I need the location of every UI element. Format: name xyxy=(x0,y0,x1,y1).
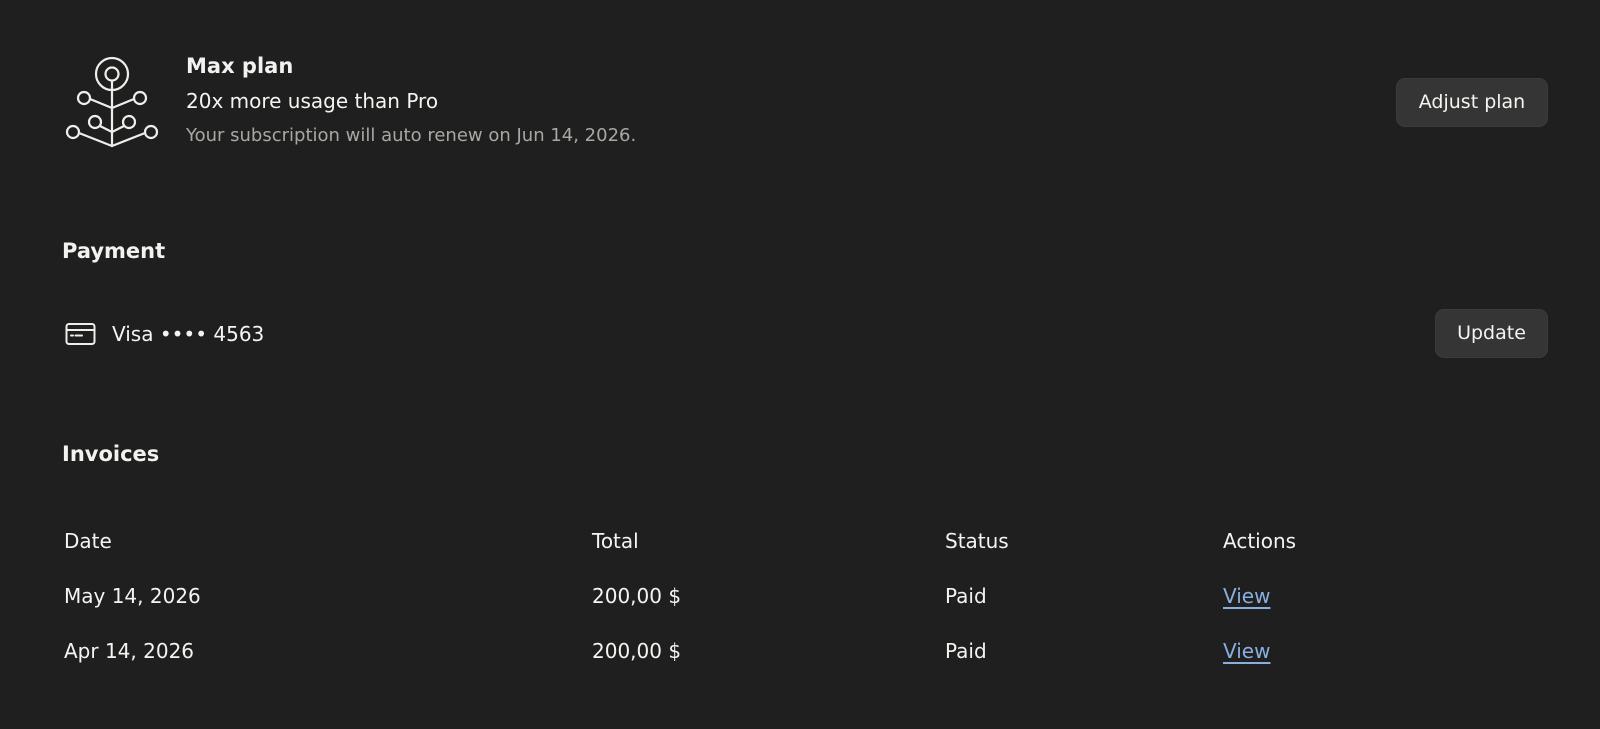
table-row: Apr 14, 2026 200,00 $ Paid View xyxy=(64,630,1544,685)
update-payment-button[interactable]: Update xyxy=(1435,309,1548,358)
invoice-date: Apr 14, 2026 xyxy=(64,639,195,663)
plan-description: 20x more usage than Pro xyxy=(186,89,439,113)
invoice-total: 200,00 $ xyxy=(592,639,682,663)
credit-card-icon xyxy=(65,323,96,345)
payment-method: Visa •••• 4563 xyxy=(65,318,264,350)
card-label: Visa •••• 4563 xyxy=(112,322,265,346)
plan-name: Max plan xyxy=(186,54,294,78)
invoice-date: May 14, 2026 xyxy=(64,584,201,608)
plan-renewal-text: Your subscription will auto renew on Jun… xyxy=(186,125,637,146)
payment-heading: Payment xyxy=(62,239,166,263)
table-header-row: Date Total Status Actions xyxy=(64,520,1544,575)
invoice-total: 200,00 $ xyxy=(592,584,682,608)
column-header-total: Total xyxy=(592,529,639,553)
view-invoice-link[interactable]: View xyxy=(1223,584,1270,608)
view-invoice-link[interactable]: View xyxy=(1223,639,1270,663)
invoices-heading: Invoices xyxy=(62,442,160,466)
column-header-actions: Actions xyxy=(1223,529,1297,553)
table-row: May 14, 2026 200,00 $ Paid View xyxy=(64,575,1544,630)
column-header-date: Date xyxy=(64,529,112,553)
column-header-status: Status xyxy=(945,529,1009,553)
adjust-plan-button[interactable]: Adjust plan xyxy=(1396,78,1548,127)
plan-tree-icon xyxy=(65,56,159,148)
invoice-status: Paid xyxy=(945,584,987,608)
plan-section: Max plan 20x more usage than Pro Your su… xyxy=(62,50,1550,160)
plan-details: Max plan 20x more usage than Pro Your su… xyxy=(186,50,636,148)
invoices-table: Date Total Status Actions May 14, 2026 2… xyxy=(64,520,1544,685)
invoice-status: Paid xyxy=(945,639,987,663)
